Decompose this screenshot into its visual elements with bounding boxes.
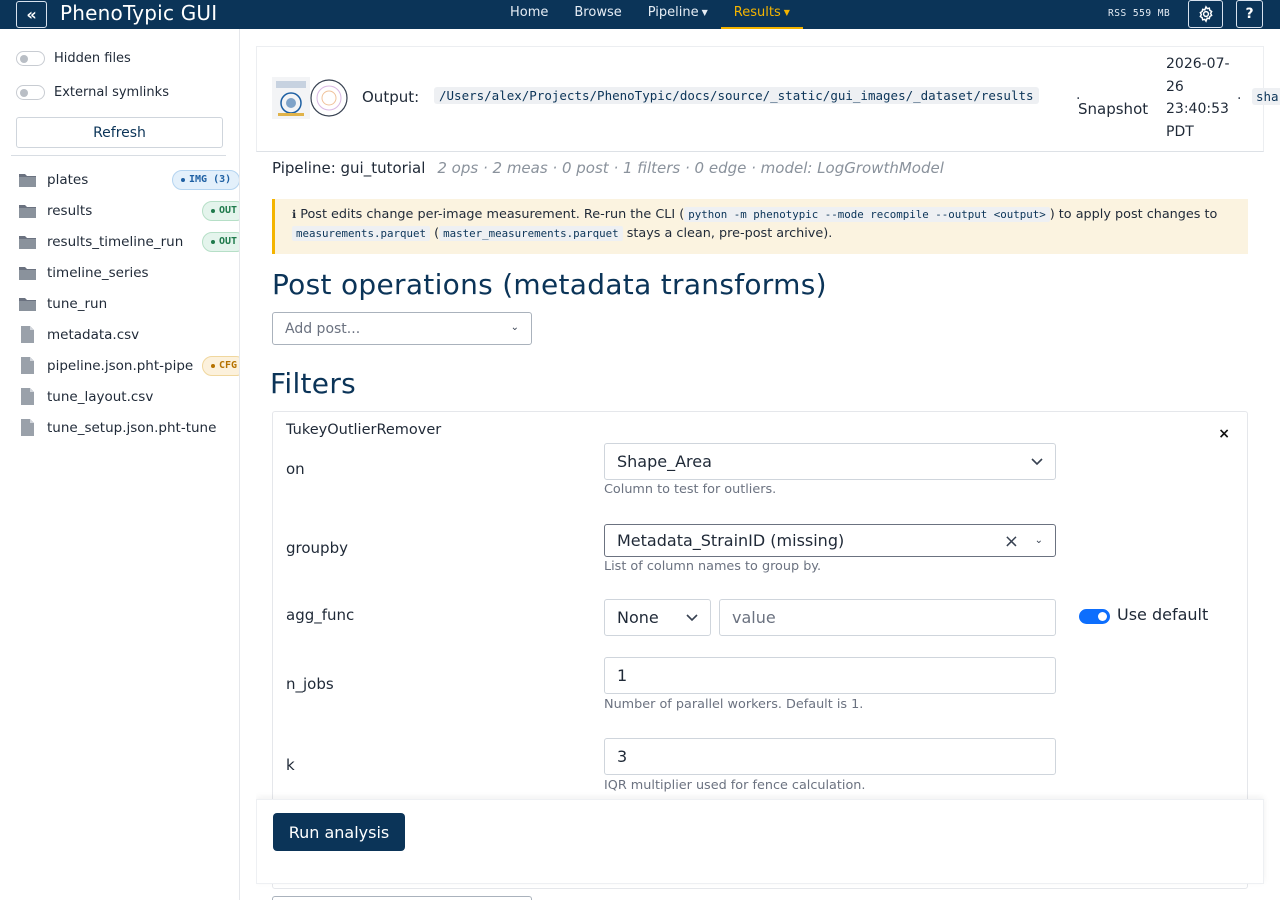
memory-usage: RSS 559 MB [1108,8,1171,19]
add-filter-select[interactable] [272,896,532,900]
top-navbar: « PhenoTypic GUI Home Browse Pipeline ▼ R… [0,0,1280,29]
toggle-switch[interactable] [16,51,45,66]
param-label-groupby: groupby [286,539,348,557]
folder-icon [19,174,36,187]
add-post-select[interactable]: Add post... ⌄ [272,312,532,345]
chevron-down-icon [686,614,698,622]
status-badge: OUT [202,231,239,252]
file-item-timeline-series[interactable]: timeline_series [18,257,239,288]
gear-icon [1198,5,1213,23]
hidden-files-toggle[interactable]: Hidden files [16,51,131,66]
help-button[interactable]: ? [1236,0,1263,28]
folder-icon [19,236,36,249]
chevron-down-icon: ⌄ [510,322,519,333]
status-badge: CFG [202,355,239,376]
output-header: Output: /Users/alex/Projects/PhenoTypic/… [256,46,1280,152]
file-icon [21,326,34,343]
file-item-tune-run[interactable]: tune_run [18,288,239,319]
nav-results[interactable]: Results ▼ [720,0,803,29]
filters-section-title: Filters [270,367,357,400]
status-badge: IMG (3) [172,169,239,190]
filter-name: TukeyOutlierRemover [286,422,442,438]
folder-icon [19,267,36,280]
question-icon: ? [1245,6,1254,22]
post-section-title: Post operations (metadata transforms) [272,268,827,301]
status-badge: OUT [202,200,239,221]
file-item-results-timeline-run[interactable]: results_timeline_run OUT [18,226,239,257]
param-label-k: k [286,756,295,774]
main-content: Output: /Users/alex/Projects/PhenoTypic/… [256,29,1280,900]
folder-icon [19,298,36,311]
toggle-switch[interactable] [16,85,45,100]
file-item-plates[interactable]: plates IMG (3) [18,164,239,195]
settings-button[interactable] [1188,0,1223,28]
file-item-tune-layout-csv[interactable]: tune_layout.csv [18,381,239,412]
pipeline-name: Pipeline: gui_tutorial [272,159,426,177]
use-default-toggle[interactable] [1079,609,1110,624]
file-icon [21,357,34,374]
nav-pipeline[interactable]: Pipeline ▼ [635,0,721,29]
app-title[interactable]: PhenoTypic GUI [60,1,217,25]
folder-icon [19,205,36,218]
file-icon [21,419,34,436]
code-measurements: measurements.parquet [292,226,431,241]
run-analysis-button[interactable]: Run analysis [273,813,405,851]
hidden-files-label: Hidden files [54,51,131,66]
info-alert: ℹ Post edits change per-image measurement… [272,199,1248,254]
caret-down-icon: ▼ [701,8,708,17]
k-hint: IQR multiplier used for fence calculatio… [604,778,866,793]
separator: · [1237,91,1242,107]
nav-home[interactable]: Home [497,0,561,29]
symlinks-label: External symlinks [54,85,169,100]
file-list: plates IMG (3) results OUT results_timel… [18,164,239,443]
lab-logo [272,77,310,119]
run-bar: Run analysis [256,799,1264,884]
seal-logo [310,79,348,117]
on-hint: Column to test for outliers. [604,482,777,497]
file-item-results[interactable]: results OUT [18,195,239,226]
snapshot-label: Snapshot [1078,100,1149,118]
pipeline-summary: Pipeline: gui_tutorial 2 ops · 2 meas · 0… [272,159,944,177]
snapshot-sha: sha [1252,88,1280,105]
file-item-tune-setup-json[interactable]: tune_setup.json.pht-tune [18,412,239,443]
param-label-agg-func: agg_func [286,606,355,624]
info-icon: ℹ [292,208,297,221]
file-icon [21,388,34,405]
pipeline-stats: 2 ops · 2 meas · 0 post · 1 filters · 0 … [437,159,944,177]
groupby-multiselect[interactable]: Metadata_StrainID (missing) × ⌄ [604,524,1056,557]
param-label-on: on [286,460,305,478]
divider [11,155,226,156]
output-path: /Users/alex/Projects/PhenoTypic/docs/sou… [434,87,1039,104]
symlinks-toggle[interactable]: External symlinks [16,85,169,100]
file-sidebar: Hidden files External symlinks Refresh p… [0,29,240,900]
chevron-down-icon [1031,458,1043,466]
file-item-metadata-csv[interactable]: metadata.csv [18,319,239,350]
close-icon[interactable]: × [1218,426,1230,442]
code-master-measurements: master_measurements.parquet [439,226,623,241]
cli-command: python -m phenotypic --mode recompile --… [684,207,1050,222]
main-nav: Home Browse Pipeline ▼ Results ▼ [497,0,803,29]
groupby-hint: List of column names to group by. [604,559,822,574]
output-label: Output: [362,88,420,106]
k-input[interactable]: 3 [604,738,1056,775]
nav-browse[interactable]: Browse [561,0,634,29]
use-default-label: Use default [1117,605,1209,624]
n-jobs-input[interactable]: 1 [604,657,1056,694]
on-select[interactable]: Shape_Area [604,443,1056,480]
clear-icon[interactable]: × [1004,531,1019,552]
refresh-button[interactable]: Refresh [16,117,223,148]
double-chevron-left-icon: « [26,5,37,24]
chevron-down-icon: ⌄ [1034,535,1043,546]
collapse-sidebar-button[interactable]: « [16,1,47,28]
snapshot-time: 2026-07-26 23:40:53 PDT [1166,56,1230,140]
file-item-pipeline-json[interactable]: pipeline.json.pht-pipe CFG [18,350,239,381]
agg-func-input[interactable]: value [719,599,1056,636]
agg-func-select[interactable]: None [604,599,711,636]
param-label-n-jobs: n_jobs [286,675,334,693]
n-jobs-hint: Number of parallel workers. Default is 1… [604,697,864,712]
caret-down-icon: ▼ [783,8,790,17]
